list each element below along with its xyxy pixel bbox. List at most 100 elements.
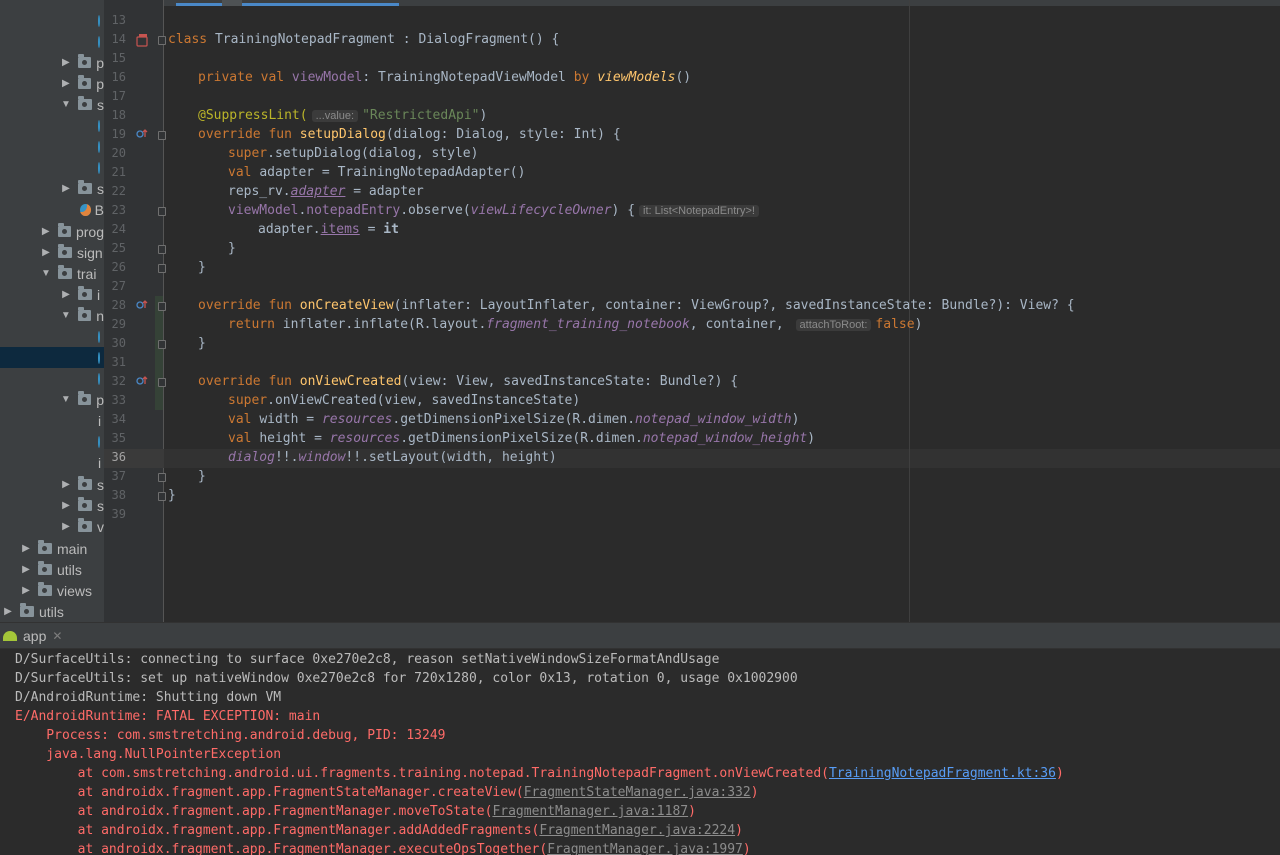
expanded-arrow-icon[interactable]: ▼	[60, 394, 72, 405]
tree-node[interactable]	[0, 368, 104, 389]
library-source-link[interactable]: FragmentManager.java:1187	[492, 804, 688, 819]
code-token: )	[914, 317, 923, 332]
tree-node[interactable]	[0, 136, 104, 157]
expanded-arrow-icon[interactable]: ▼	[60, 99, 72, 110]
code-line-35[interactable]: val height = resources.getDimensionPixel…	[228, 429, 815, 448]
collapsed-arrow-icon[interactable]: ▶	[60, 500, 72, 511]
code-token: val	[228, 165, 260, 180]
vcs-change-marker[interactable]	[155, 296, 163, 410]
editor-tab[interactable]	[222, 0, 242, 6]
code-line-26[interactable]: }	[198, 258, 206, 277]
collapsed-arrow-icon[interactable]: ▶	[60, 289, 72, 300]
folder-icon	[78, 286, 92, 300]
tree-node[interactable]: ▶ s	[0, 495, 104, 516]
code-line-38[interactable]: }	[168, 486, 176, 505]
tree-node[interactable]: ▶ sign	[0, 242, 104, 263]
collapsed-arrow-icon[interactable]: ▶	[20, 543, 32, 554]
tree-node[interactable]	[0, 431, 104, 452]
library-source-link[interactable]: FragmentManager.java:2224	[539, 823, 735, 838]
tree-node[interactable]	[0, 10, 104, 31]
tree-node[interactable]	[0, 326, 104, 347]
override-method-icon[interactable]	[136, 375, 149, 387]
tree-node[interactable]: ▶ utils	[0, 559, 104, 580]
fold-marker[interactable]	[158, 264, 166, 273]
code-token: false	[875, 317, 915, 332]
code-line-18[interactable]: @SuppressLint(...value: "RestrictedApi")	[198, 106, 487, 125]
collapsed-arrow-icon[interactable]: ▶	[60, 521, 72, 532]
close-icon[interactable]: ✕	[52, 629, 62, 643]
tree-node[interactable]	[0, 31, 104, 52]
tree-node[interactable]: ▶ s	[0, 474, 104, 495]
tree-node[interactable]: ▶ prog	[0, 221, 104, 242]
run-tab-app[interactable]: app ✕	[0, 623, 62, 649]
code-line-21[interactable]: val adapter = TrainingNotepadAdapter()	[228, 163, 525, 182]
tree-node[interactable]: B	[0, 199, 104, 220]
kotlin-file-icon	[98, 351, 100, 364]
tree-node[interactable]: ▼ n	[0, 305, 104, 326]
collapsed-arrow-icon[interactable]: ▶	[2, 606, 14, 617]
class-run-icon[interactable]	[136, 33, 150, 47]
code-line-32[interactable]: override fun onViewCreated(view: View, s…	[198, 372, 738, 391]
tree-node[interactable]: ▼ p	[0, 389, 104, 410]
fold-marker[interactable]	[158, 207, 166, 216]
code-line-16[interactable]: private val viewModel: TrainingNotepadVi…	[198, 68, 691, 87]
code-line-30[interactable]: }	[198, 334, 206, 353]
tree-node[interactable]: ▶ main	[0, 538, 104, 559]
code-line-37[interactable]: }	[198, 467, 206, 486]
expanded-arrow-icon[interactable]: ▼	[40, 268, 52, 279]
library-source-link[interactable]: FragmentManager.java:1997	[547, 842, 743, 855]
collapsed-arrow-icon[interactable]: ▶	[20, 564, 32, 575]
tree-node[interactable]: ▼ trai	[0, 263, 104, 284]
active-tab-indicator[interactable]	[176, 3, 399, 6]
tree-node[interactable]	[0, 347, 104, 368]
tree-node[interactable]: i	[0, 452, 104, 473]
override-method-icon[interactable]	[136, 128, 149, 140]
fold-marker[interactable]	[158, 473, 166, 482]
fold-marker[interactable]	[158, 378, 166, 387]
code-line-28[interactable]: override fun onCreateView(inflater: Layo…	[198, 296, 1075, 315]
fold-marker[interactable]	[158, 36, 166, 45]
code-line-36[interactable]: dialog!!.window!!.setLayout(width, heigh…	[228, 448, 557, 467]
code-line-20[interactable]: super.setupDialog(dialog, style)	[228, 144, 478, 163]
collapsed-arrow-icon[interactable]: ▶	[60, 183, 72, 194]
code-line-23[interactable]: viewModel.notepadEntry.observe(viewLifec…	[228, 201, 763, 220]
tree-node[interactable]: ▶ v	[0, 516, 104, 537]
code-line-22[interactable]: reps_rv.adapter = adapter	[228, 182, 424, 201]
collapsed-arrow-icon[interactable]: ▶	[60, 78, 72, 89]
fold-marker[interactable]	[158, 131, 166, 140]
code-line-14[interactable]: class TrainingNotepadFragment : DialogFr…	[168, 30, 559, 49]
fold-marker[interactable]	[158, 340, 166, 349]
collapsed-arrow-icon[interactable]: ▶	[60, 479, 72, 490]
tree-node[interactable]	[0, 115, 104, 136]
tree-node[interactable]: ▼ s	[0, 94, 104, 115]
tree-node[interactable]: ▶ i	[0, 284, 104, 305]
fold-marker[interactable]	[158, 492, 166, 501]
expanded-arrow-icon[interactable]: ▼	[60, 310, 72, 321]
library-source-link[interactable]: FragmentStateManager.java:332	[524, 785, 751, 800]
tree-node[interactable]: i	[0, 410, 104, 431]
code-line-19[interactable]: override fun setupDialog(dialog: Dialog,…	[198, 125, 621, 144]
fold-marker[interactable]	[158, 245, 166, 254]
tree-node[interactable]: ▶ utils	[0, 601, 104, 622]
code-token: TrainingNotepadFragment : DialogFragment…	[214, 32, 560, 47]
source-link[interactable]: TrainingNotepadFragment.kt:36	[829, 766, 1056, 781]
folder-icon	[57, 223, 71, 237]
code-line-29[interactable]: return inflater.inflate(R.layout.fragmen…	[228, 315, 922, 334]
tree-node[interactable]: ▶ views	[0, 580, 104, 601]
collapsed-arrow-icon[interactable]: ▶	[40, 247, 52, 258]
code-line-33[interactable]: super.onViewCreated(view, savedInstanceS…	[228, 391, 580, 410]
code-line-24[interactable]: adapter.items = it	[258, 220, 399, 239]
collapsed-arrow-icon[interactable]: ▶	[40, 226, 52, 237]
line-number: 20	[111, 146, 126, 160]
collapsed-arrow-icon[interactable]: ▶	[20, 585, 32, 596]
tree-node[interactable]: ▶ p	[0, 73, 104, 94]
code-line-25[interactable]: }	[228, 239, 236, 258]
tree-node[interactable]: ▶ p	[0, 52, 104, 73]
collapsed-arrow-icon[interactable]: ▶	[60, 57, 72, 68]
run-console[interactable]: D/SurfaceUtils: connecting to surface 0x…	[0, 649, 1280, 855]
fold-marker[interactable]	[158, 302, 166, 311]
override-method-icon[interactable]	[136, 299, 149, 311]
tree-node[interactable]	[0, 157, 104, 178]
code-line-34[interactable]: val width = resources.getDimensionPixelS…	[228, 410, 799, 429]
tree-node[interactable]: ▶ s	[0, 178, 104, 199]
